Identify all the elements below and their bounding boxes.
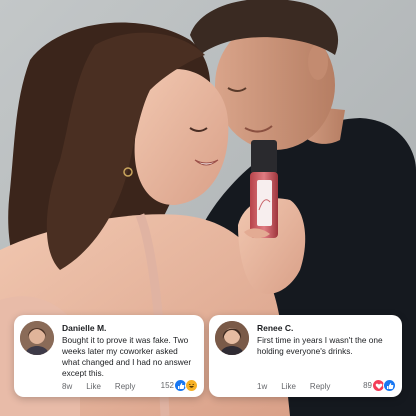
commenter-name[interactable]: Danielle M. [62, 323, 106, 333]
avatar[interactable] [215, 321, 249, 355]
comment-text: Bought it to prove it was fake. Two week… [62, 335, 192, 378]
like-icon [383, 379, 396, 392]
comment-text: First time in years I wasn't the one hol… [257, 335, 383, 356]
reaction-count: 89 [363, 381, 372, 390]
reactions[interactable]: 89 [363, 379, 396, 392]
like-link[interactable]: Like [281, 382, 296, 391]
reply-link[interactable]: Reply [115, 382, 135, 391]
reply-link[interactable]: Reply [310, 382, 330, 391]
comment-time[interactable]: 1w [257, 382, 267, 391]
comment-card: Danielle M. Bought it to prove it was fa… [14, 315, 204, 397]
commenter-name[interactable]: Renee C. [257, 323, 293, 333]
comment-actions: 8w Like Reply [62, 382, 149, 391]
comment-time[interactable]: 8w [62, 382, 72, 391]
avatar[interactable] [20, 321, 54, 355]
haha-icon [185, 379, 198, 392]
comment-card: Renee C. First time in years I wasn't th… [209, 315, 402, 397]
reaction-count: 152 [160, 381, 174, 390]
comment-actions: 1w Like Reply [257, 382, 344, 391]
ad-creative: Danielle M. Bought it to prove it was fa… [0, 0, 416, 416]
reactions[interactable]: 152 [161, 379, 198, 392]
like-link[interactable]: Like [86, 382, 101, 391]
